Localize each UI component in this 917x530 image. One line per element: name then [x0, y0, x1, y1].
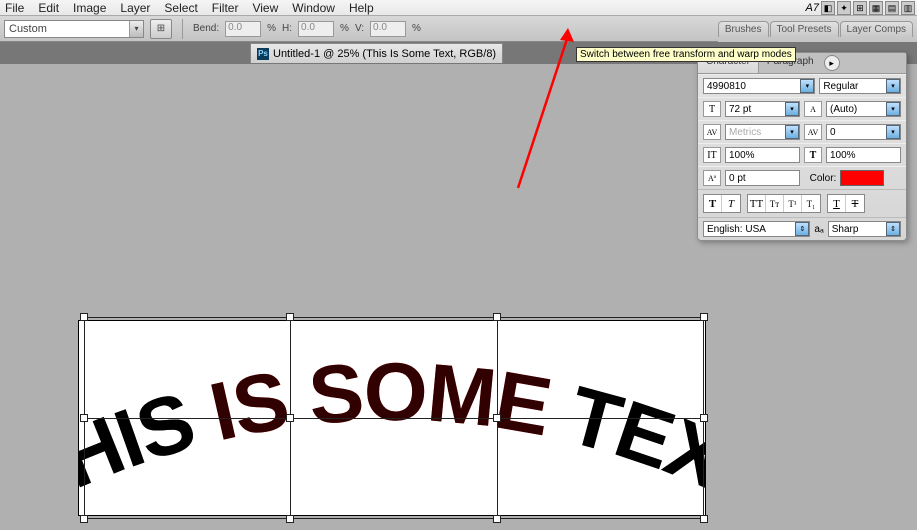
transform-handle-b1[interactable]	[286, 515, 294, 523]
h-input[interactable]: 0.0	[298, 21, 334, 37]
font-style-value: Regular	[823, 81, 858, 92]
chevron-down-icon: ▾	[129, 21, 143, 37]
divider	[182, 19, 183, 39]
menubar-icon-4[interactable]: ▦	[869, 1, 883, 15]
transform-handle-br[interactable]	[700, 515, 708, 523]
menu-layer[interactable]: Layer	[120, 1, 150, 15]
h-label: H:	[282, 23, 292, 34]
decoration-group: T T	[827, 194, 865, 213]
leading-select[interactable]: (Auto) ▾	[826, 101, 901, 117]
menu-edit[interactable]: Edit	[38, 1, 59, 15]
strikethrough-button[interactable]: T	[846, 195, 864, 212]
leading-icon: A	[804, 101, 822, 117]
antialias-value: Sharp	[832, 224, 859, 235]
warp-style-dropdown[interactable]: Custom ▾	[4, 20, 144, 38]
baseline-icon: Aª	[703, 170, 721, 186]
panel-menu-icon[interactable]: ▸	[824, 55, 840, 71]
font-size-select[interactable]: 72 pt ▾	[725, 101, 800, 117]
chevron-down-icon: ▾	[785, 102, 799, 116]
transform-handle-mr[interactable]	[700, 414, 708, 422]
transform-handle-ml[interactable]	[80, 414, 88, 422]
leading-value: (Auto)	[830, 104, 857, 115]
menu-file[interactable]: File	[5, 1, 24, 15]
antialias-select[interactable]: Sharp ⇕	[828, 221, 901, 237]
tab-tool-presets[interactable]: Tool Presets	[770, 21, 839, 37]
faux-italic-button[interactable]: T	[722, 195, 740, 212]
allcaps-button[interactable]: TT	[748, 195, 766, 212]
chevron-down-icon: ▾	[886, 79, 900, 93]
topright-label: A7	[806, 2, 819, 14]
character-panel[interactable]: Character Paragraph ▸ 4990810▾ Regular▾ …	[697, 52, 907, 241]
menubar-icon-5[interactable]: ▤	[885, 1, 899, 15]
transform-handle-m2[interactable]	[493, 414, 501, 422]
language-select[interactable]: English: USA ⇕	[703, 221, 810, 237]
ps-file-icon: Ps	[257, 48, 269, 60]
menubar-icon-2[interactable]: ✦	[837, 1, 851, 15]
tab-brushes[interactable]: Brushes	[718, 21, 769, 37]
warp-style-label: Custom	[9, 23, 47, 35]
vscale-icon: IT	[703, 147, 721, 163]
menubar-icon-1[interactable]: ◧	[821, 1, 835, 15]
hscale-input[interactable]: 100%	[826, 147, 901, 163]
bend-label: Bend:	[193, 23, 219, 34]
menubar-icon-3[interactable]: ⊞	[853, 1, 867, 15]
text-color-swatch[interactable]	[840, 170, 884, 186]
kerning-icon: AV	[703, 124, 721, 140]
menubar-icon-6[interactable]: ▥	[901, 1, 915, 15]
transform-handle-bl[interactable]	[80, 515, 88, 523]
hscale-icon: T	[804, 147, 822, 163]
menu-filter[interactable]: Filter	[212, 1, 239, 15]
v-label: V:	[355, 23, 364, 34]
font-family-select[interactable]: 4990810 ▾	[703, 78, 815, 94]
aa-label: aₐ	[814, 224, 823, 235]
pct-3: %	[412, 23, 421, 34]
vscale-input[interactable]: 100%	[725, 147, 800, 163]
tab-layer-comps[interactable]: Layer Comps	[840, 21, 913, 37]
chevron-down-icon: ▾	[886, 125, 900, 139]
superscript-button[interactable]: T¹	[784, 195, 802, 212]
baseline-input[interactable]: 0 pt	[725, 170, 800, 186]
chevron-down-icon: ▾	[785, 125, 799, 139]
menu-image[interactable]: Image	[73, 1, 106, 15]
case-style-group: TT Tᴛ T¹ T₁	[747, 194, 821, 213]
font-style-select[interactable]: Regular ▾	[819, 78, 901, 94]
chevron-down-icon: ▾	[800, 79, 814, 93]
pct-1: %	[267, 23, 276, 34]
font-size-value: 72 pt	[729, 104, 751, 115]
menu-help[interactable]: Help	[349, 1, 374, 15]
font-size-icon: T	[703, 101, 721, 117]
menu-view[interactable]: View	[252, 1, 278, 15]
transform-handle-t2[interactable]	[493, 313, 501, 321]
pct-2: %	[340, 23, 349, 34]
transform-handle-m1[interactable]	[286, 414, 294, 422]
language-value: English: USA	[707, 224, 766, 235]
warp-orientation-button[interactable]: ⊞	[150, 19, 172, 39]
annotation-arrow	[456, 28, 586, 198]
transform-handle-tr[interactable]	[700, 313, 708, 321]
underline-button[interactable]: T	[828, 195, 846, 212]
tracking-select[interactable]: 0▾	[826, 124, 901, 140]
tooltip: Switch between free transform and warp m…	[576, 47, 796, 62]
menu-select[interactable]: Select	[164, 1, 197, 15]
kerning-select[interactable]: Metrics ▾	[725, 124, 800, 140]
transform-handle-tl[interactable]	[80, 313, 88, 321]
menu-window[interactable]: Window	[292, 1, 335, 15]
subscript-button[interactable]: T₁	[802, 195, 820, 212]
transform-bounding-box[interactable]	[84, 317, 704, 519]
color-label: Color:	[810, 173, 837, 184]
transform-handle-b2[interactable]	[493, 515, 501, 523]
chevron-updown-icon: ⇕	[886, 222, 900, 236]
bend-input[interactable]: 0.0	[225, 21, 261, 37]
chevron-down-icon: ▾	[886, 102, 900, 116]
faux-style-group: T T	[703, 194, 741, 213]
tracking-icon: AV	[804, 124, 822, 140]
font-family-value: 4990810	[707, 81, 746, 92]
v-input[interactable]: 0.0	[370, 21, 406, 37]
tracking-value: 0	[830, 127, 836, 138]
faux-bold-button[interactable]: T	[704, 195, 722, 212]
kerning-value: Metrics	[729, 127, 761, 138]
transform-handle-t1[interactable]	[286, 313, 294, 321]
chevron-updown-icon: ⇕	[795, 222, 809, 236]
smallcaps-button[interactable]: Tᴛ	[766, 195, 784, 212]
